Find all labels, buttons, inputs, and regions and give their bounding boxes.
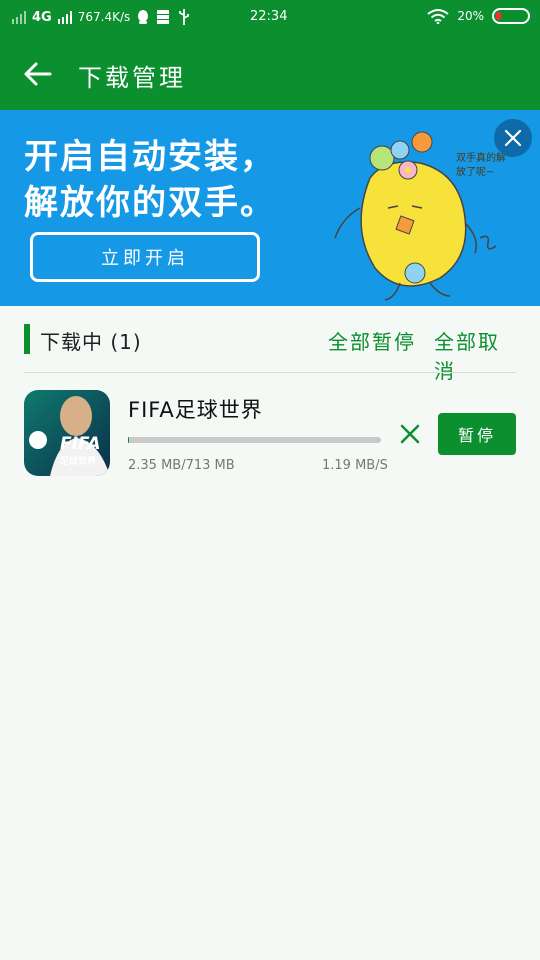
downloading-section-header: 下载中 (1) 全部暂停 全部取消 (24, 322, 516, 383)
pause-all-button[interactable]: 全部暂停 (328, 326, 416, 355)
battery-percent: 20% (457, 9, 484, 23)
cancel-download-icon[interactable] (398, 422, 422, 446)
battery-icon (492, 8, 530, 24)
page-title: 下载管理 (78, 64, 186, 92)
app-name: FIFA足球世界 (128, 398, 263, 422)
qq-icon (138, 10, 149, 24)
divider (24, 372, 516, 373)
app-icon-title: FIFA (60, 434, 101, 454)
app-icon-subtitle: 足球世界 (60, 457, 97, 467)
fifa-app-icon: FIFA 足球世界 (24, 390, 110, 476)
banner-line-2: 解放你的双手。 (24, 183, 276, 223)
clock: 22:34 (250, 9, 288, 24)
storage-icon (157, 10, 170, 24)
promo-banner[interactable]: 开启自动安装， 解放你的双手。 立即开启 双手真的解放了呢~ (0, 110, 540, 306)
signal-icon (12, 10, 26, 24)
status-bar: 4G 767.4K/s 22:34 20% (0, 0, 540, 36)
close-banner-button[interactable] (494, 119, 532, 157)
section-accent-bar (24, 324, 30, 354)
download-size: 2.35 MB/713 MB (128, 458, 235, 473)
banner-line-1: 开启自动安装， (24, 137, 276, 177)
cancel-all-button[interactable]: 全部取消 (434, 326, 516, 384)
enable-now-button[interactable]: 立即开启 (30, 232, 260, 282)
signal-strength-icon (57, 10, 72, 24)
banner-text: 开启自动安装， 解放你的双手。 (24, 134, 276, 226)
section-title: 下载中 (1) (40, 330, 142, 354)
arrow-left-icon[interactable] (20, 56, 56, 92)
wifi-icon (427, 9, 449, 24)
network-speed: 767.4K/s (77, 10, 131, 24)
app-bar: 下载管理 (0, 36, 540, 110)
download-progress-bar (128, 437, 381, 443)
usb-icon (179, 9, 190, 25)
pause-button[interactable]: 暂停 (438, 413, 516, 455)
download-progress-fill (128, 437, 129, 443)
mascot-note: 双手真的解放了呢~ (456, 153, 506, 178)
close-icon (504, 129, 522, 147)
network-type: 4G (32, 9, 52, 25)
download-item: FIFA 足球世界 FIFA足球世界 2.35 MB/713 MB 1.19 M… (24, 390, 516, 480)
download-speed: 1.19 MB/S (322, 458, 388, 473)
